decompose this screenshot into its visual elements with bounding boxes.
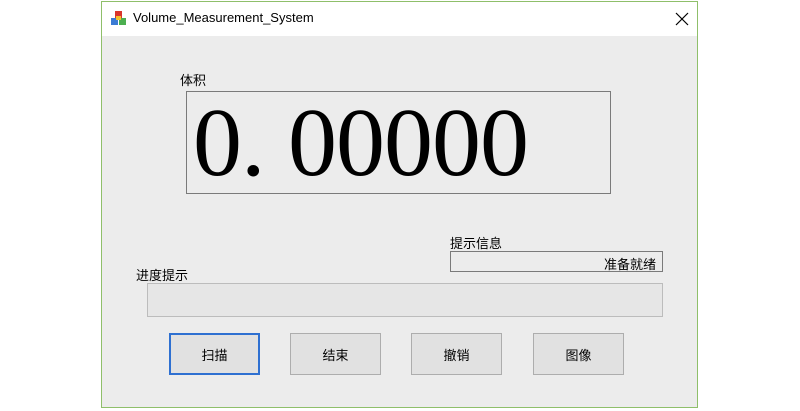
- end-button[interactable]: 结束: [290, 333, 381, 375]
- volume-value: 0. 00000: [193, 89, 529, 197]
- status-field: 准备就绪: [450, 251, 663, 273]
- app-window: Volume_Measurement_System 体积 0. 00000 提示…: [101, 1, 698, 408]
- image-button[interactable]: 图像: [533, 333, 624, 375]
- colored-blocks-icon: [111, 11, 127, 27]
- status-text: 准备就绪: [603, 258, 656, 273]
- volume-display: 0. 00000: [186, 91, 611, 194]
- close-icon: [675, 12, 689, 26]
- close-button[interactable]: [667, 2, 697, 36]
- progress-label: 进度提示: [136, 269, 189, 284]
- cancel-button[interactable]: 撤销: [411, 333, 502, 375]
- scan-button[interactable]: 扫描: [169, 333, 260, 375]
- title-bar[interactable]: Volume_Measurement_System: [102, 2, 697, 36]
- window-title: Volume_Measurement_System: [133, 10, 314, 25]
- status-label: 提示信息: [450, 237, 503, 252]
- progress-bar: [147, 283, 663, 317]
- volume-label: 体积: [180, 74, 207, 89]
